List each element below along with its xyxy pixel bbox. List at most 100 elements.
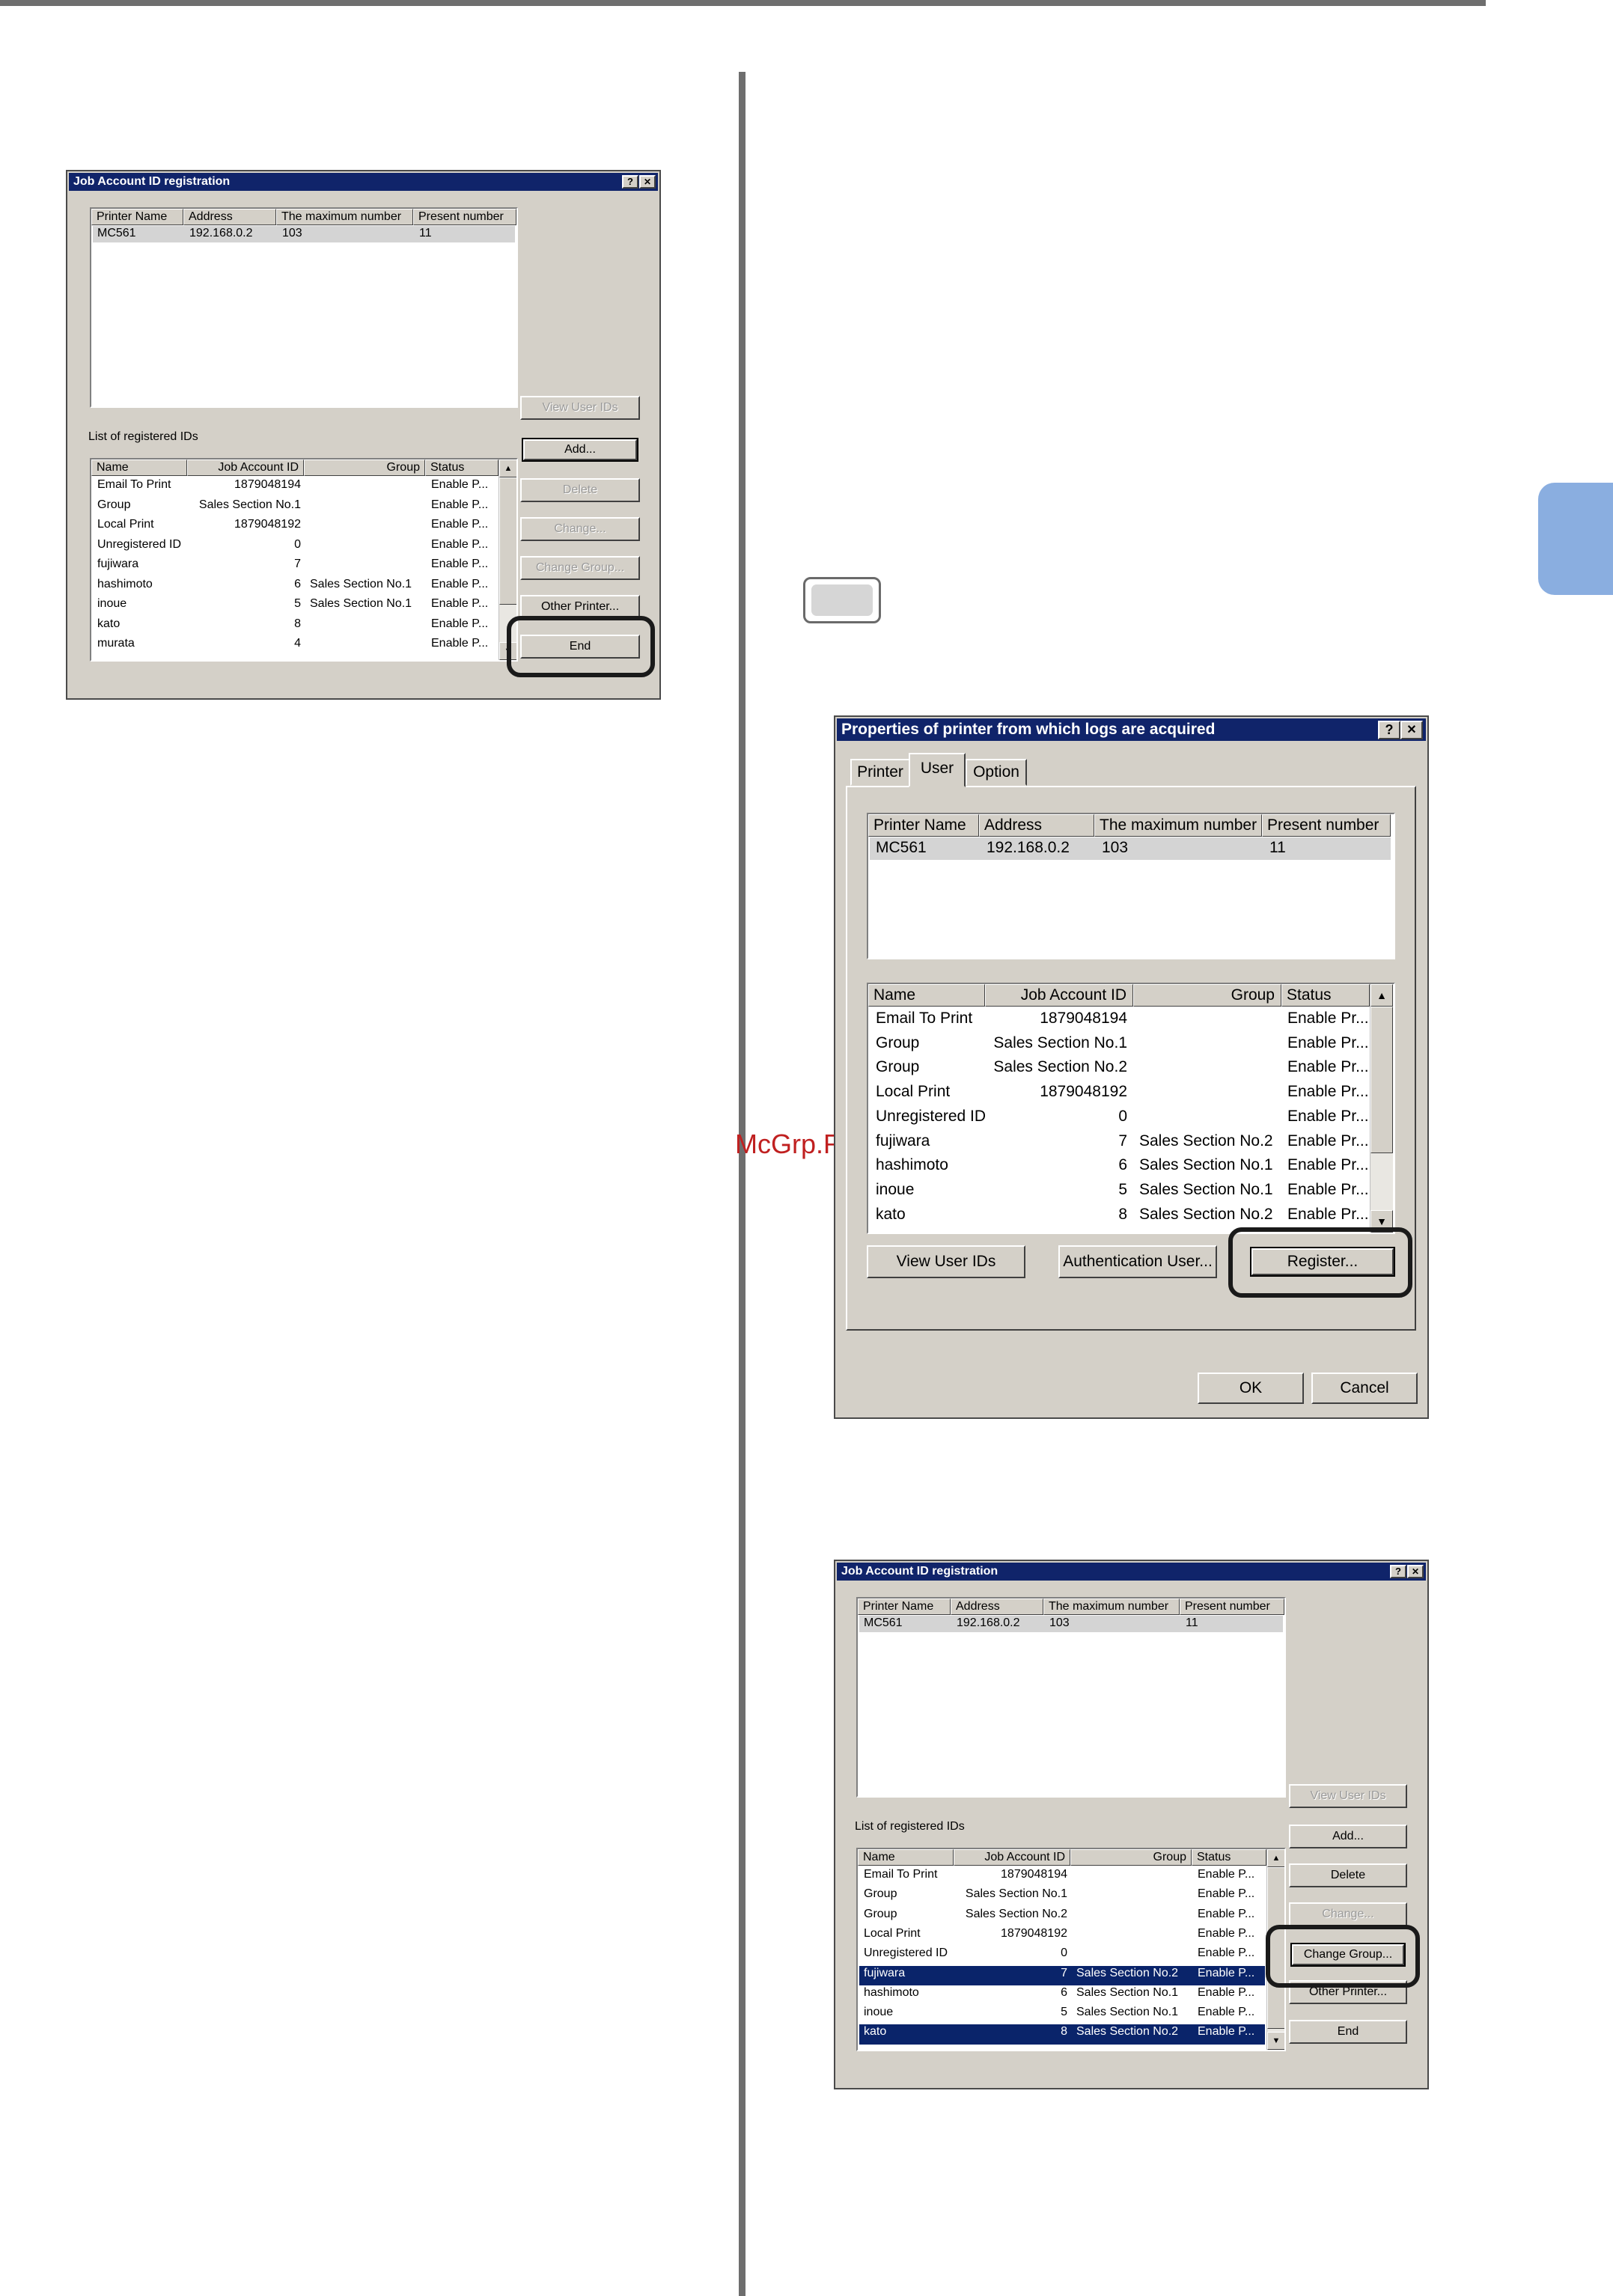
- list-cell-status: Enable Pr...: [1287, 1132, 1369, 1149]
- registered-ids-list[interactable]: Name Job Account ID Group Status ▲ ▼ Ema…: [90, 458, 518, 662]
- list-cell-job-account-id: 1879048192: [234, 518, 301, 531]
- list-cell-name: Local Print: [864, 1926, 921, 1940]
- col-present-number[interactable]: Present number: [413, 209, 516, 225]
- add-button[interactable]: Add...: [522, 438, 638, 462]
- list-cell-status: Enable P...: [1198, 1868, 1255, 1881]
- list-cell-name: inoue: [97, 597, 127, 610]
- close-button[interactable]: ✕: [639, 175, 656, 189]
- close-button[interactable]: ✕: [1400, 721, 1423, 739]
- scroll-up-arrow[interactable]: ▲: [499, 459, 516, 477]
- col-status[interactable]: Status: [425, 459, 498, 476]
- col-printer-name[interactable]: Printer Name: [868, 814, 979, 837]
- delete-button[interactable]: Delete: [520, 478, 640, 502]
- list-cell-status: Enable Pr...: [1287, 1205, 1369, 1223]
- col-max-number[interactable]: The maximum number: [1043, 1599, 1180, 1615]
- col-status[interactable]: Status: [1192, 1849, 1266, 1866]
- list-cell-job-account-id: 4: [294, 637, 301, 650]
- col-printer-name[interactable]: Printer Name: [91, 209, 183, 225]
- printer-cell-name: MC561: [876, 839, 927, 856]
- view-user-ids-button[interactable]: View User IDs: [867, 1245, 1025, 1278]
- tab-printer[interactable]: Printer: [850, 759, 910, 786]
- list-cell-name: Group: [864, 1887, 897, 1901]
- scroll-up-arrow[interactable]: ▲: [1267, 1849, 1284, 1867]
- view-user-ids-button[interactable]: View User IDs: [520, 396, 640, 420]
- list-cell-status: Enable P...: [431, 537, 489, 551]
- view-user-ids-button[interactable]: View User IDs: [1289, 1784, 1407, 1808]
- col-job-account-id[interactable]: Job Account ID: [187, 459, 304, 476]
- printer-list[interactable]: Printer Name Address The maximum number …: [90, 207, 518, 408]
- scroll-down-arrow[interactable]: ▼: [1267, 2032, 1284, 2050]
- list-cell-status: Enable P...: [1198, 1926, 1255, 1940]
- col-job-account-id[interactable]: Job Account ID: [985, 984, 1133, 1007]
- col-name[interactable]: Name: [91, 459, 187, 476]
- change-button[interactable]: Change...: [520, 517, 640, 541]
- col-job-account-id[interactable]: Job Account ID: [954, 1849, 1070, 1866]
- column-divider: [739, 72, 745, 2296]
- list-cell-job-account-id: 7: [1118, 1132, 1127, 1149]
- col-present-number[interactable]: Present number: [1180, 1599, 1284, 1615]
- dialog-title-bar: Job Account ID registration ? ✕: [837, 1563, 1426, 1581]
- col-max-number[interactable]: The maximum number: [1094, 814, 1262, 837]
- list-cell-name: Unregistered ID: [97, 537, 182, 551]
- registered-ids-list[interactable]: Name Job Account ID Group Status ▲ ▼ Ema…: [867, 983, 1395, 1234]
- list-cell-job-account-id: 8: [294, 617, 301, 630]
- list-cell-group: Sales Section No.1: [1076, 1985, 1179, 1999]
- col-name[interactable]: Name: [868, 984, 985, 1007]
- list-cell-status: Enable P...: [431, 498, 489, 511]
- list-cell-status: Enable P...: [1198, 2025, 1255, 2039]
- scroll-thumb[interactable]: [1370, 1007, 1393, 1153]
- close-button[interactable]: ✕: [1407, 1565, 1424, 1578]
- help-button[interactable]: ?: [1390, 1565, 1406, 1578]
- registered-ids-list[interactable]: Name Job Account ID Group Status ▲ ▼ Ema…: [856, 1848, 1286, 2051]
- col-address[interactable]: Address: [979, 814, 1094, 837]
- list-cell-group: Sales Section No.2: [1139, 1205, 1273, 1223]
- col-max-number[interactable]: The maximum number: [276, 209, 413, 225]
- scroll-thumb[interactable]: [499, 477, 516, 605]
- delete-button[interactable]: Delete: [1289, 1863, 1407, 1887]
- printer-list[interactable]: Printer Name Address The maximum number …: [867, 813, 1395, 959]
- col-group[interactable]: Group: [304, 459, 425, 476]
- col-address[interactable]: Address: [951, 1599, 1043, 1615]
- col-group[interactable]: Group: [1133, 984, 1281, 1007]
- col-present-number[interactable]: Present number: [1262, 814, 1391, 837]
- list-cell-group: Sales Section No.2: [1076, 1966, 1179, 1979]
- list-cell-job-account-id: Sales Section No.1: [965, 1887, 1067, 1901]
- col-group[interactable]: Group: [1070, 1849, 1192, 1866]
- col-status[interactable]: Status: [1281, 984, 1370, 1007]
- scrollbar[interactable]: ▲ ▼: [1370, 984, 1393, 1233]
- list-cell-status: Enable Pr...: [1287, 1010, 1369, 1027]
- printer-cell-address: 192.168.0.2: [189, 227, 253, 239]
- list-cell-name: Email To Print: [97, 478, 171, 491]
- list-cell-status: Enable P...: [1198, 1947, 1255, 1960]
- help-button[interactable]: ?: [622, 175, 638, 189]
- list-cell-status: Enable P...: [431, 597, 489, 610]
- col-printer-name[interactable]: Printer Name: [858, 1599, 951, 1615]
- change-group-button[interactable]: Change Group...: [520, 556, 640, 580]
- col-address[interactable]: Address: [183, 209, 276, 225]
- authentication-user-button[interactable]: Authentication User...: [1058, 1245, 1217, 1278]
- scroll-up-arrow[interactable]: ▲: [1370, 984, 1393, 1007]
- printer-row[interactable]: [859, 1616, 1283, 1632]
- list-cell-status: Enable P...: [431, 518, 489, 531]
- help-button[interactable]: ?: [1378, 721, 1400, 739]
- ok-button[interactable]: OK: [1198, 1373, 1304, 1404]
- printer-row[interactable]: [93, 226, 515, 242]
- list-cell-status: Enable P...: [431, 478, 489, 491]
- end-button[interactable]: End: [1289, 2020, 1407, 2044]
- list-cell-name: fujiwara: [876, 1132, 930, 1149]
- printer-list[interactable]: Printer Name Address The maximum number …: [856, 1597, 1286, 1798]
- list-cell-name: hashimoto: [864, 1985, 919, 1999]
- change-button[interactable]: Change...: [1289, 1902, 1407, 1926]
- cancel-button[interactable]: Cancel: [1311, 1373, 1418, 1404]
- printer-row[interactable]: [870, 837, 1391, 860]
- list-cell-status: Enable Pr...: [1287, 1180, 1369, 1198]
- tab-user[interactable]: User: [909, 753, 966, 787]
- col-name[interactable]: Name: [858, 1849, 954, 1866]
- list-cell-job-account-id: 0: [294, 537, 301, 551]
- list-cell-job-account-id: 8: [1061, 2025, 1067, 2039]
- list-cell-status: Enable Pr...: [1287, 1083, 1369, 1101]
- list-cell-status: Enable P...: [431, 577, 489, 590]
- add-button[interactable]: Add...: [1289, 1825, 1407, 1848]
- change-group-button-highlight: [1266, 1925, 1420, 1988]
- tab-option[interactable]: Option: [966, 759, 1027, 786]
